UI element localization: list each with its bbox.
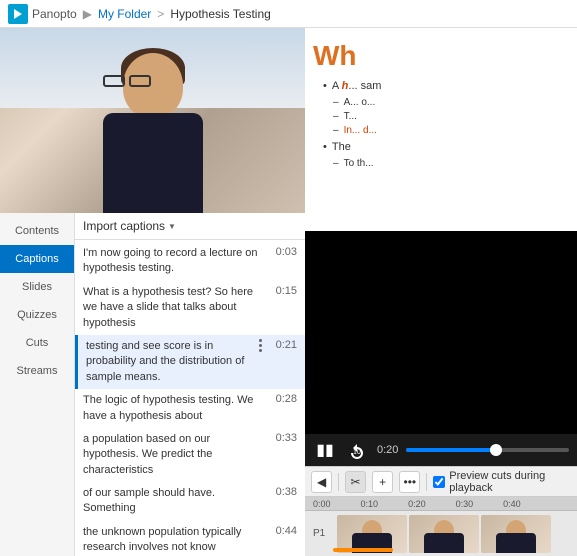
- list-item-active[interactable]: testing and see score is in probability …: [75, 335, 305, 389]
- right-panel: Wh • A h... sam –A... o... –T... –In... …: [305, 28, 577, 556]
- breadcrumb-current: Hypothesis Testing: [170, 7, 271, 21]
- sidebar-item-slides[interactable]: Slides: [0, 273, 74, 301]
- progress-knob[interactable]: [490, 444, 502, 456]
- timeline-thumb-1[interactable]: [337, 515, 407, 553]
- caption-time: 0:33: [269, 432, 297, 444]
- captions-list[interactable]: I'm now going to record a lecture on hyp…: [75, 240, 305, 556]
- panopto-logo: Panopto: [8, 4, 77, 24]
- ruler-mark-4: 0:40: [503, 499, 521, 509]
- timeline-thumb-3[interactable]: [481, 515, 551, 553]
- caption-time: 0:28: [269, 393, 297, 405]
- slide-content-top: Wh • A h... sam –A... o... –T... –In... …: [305, 28, 577, 231]
- video-area: [0, 28, 305, 213]
- caption-text: The logic of hypothesis testing. We have…: [83, 393, 269, 424]
- list-item[interactable]: the unknown population typically researc…: [75, 521, 305, 556]
- left-panel: Contents Captions Slides Quizzes Cuts St…: [0, 28, 305, 556]
- list-item[interactable]: The logic of hypothesis testing. We have…: [75, 389, 305, 428]
- import-captions-label: Import captions: [83, 219, 165, 233]
- bottom-toolbar: ◀ ✂ + ••• Preview cuts during playback: [305, 466, 577, 496]
- preview-checkbox[interactable]: [433, 476, 445, 488]
- time-display: 0:20: [377, 444, 398, 456]
- sidebar-item-captions[interactable]: Captions: [0, 245, 74, 273]
- caption-text: What is a hypothesis test? So here we ha…: [83, 285, 269, 331]
- toolbar-sep-1: [338, 473, 339, 491]
- breadcrumb-folder[interactable]: My Folder: [98, 7, 151, 21]
- sidebar-item-quizzes[interactable]: Quizzes: [0, 301, 74, 329]
- back-button[interactable]: ◀: [311, 471, 332, 493]
- list-item[interactable]: What is a hypothesis test? So here we ha…: [75, 281, 305, 335]
- video-frame: [0, 28, 305, 213]
- caption-time: 0:03: [269, 246, 297, 258]
- caption-time: 0:21: [269, 339, 297, 351]
- caption-text: testing and see score is in probability …: [86, 339, 253, 385]
- slide-bullet-2: •The: [323, 141, 569, 153]
- breadcrumb-sep2: >: [157, 7, 164, 21]
- timeline-strip: 0:00 0:10 0:20 0:30 0:40 P1: [305, 496, 577, 556]
- progress-bar[interactable]: [406, 448, 569, 452]
- ruler-mark-0: 0:00: [313, 499, 331, 509]
- thumb-body-2: [424, 533, 464, 553]
- slide-title: Wh: [313, 40, 569, 72]
- slide-sub-bullet-2: –T...: [333, 111, 569, 122]
- thumb-body-3: [496, 533, 536, 553]
- app-name: Panopto: [32, 7, 77, 21]
- sidebar-item-contents[interactable]: Contents: [0, 217, 74, 245]
- toolbar-sep-2: [426, 473, 427, 491]
- timeline-bar-overlay: [333, 548, 393, 552]
- slide-sub-bullet-4: –To th...: [333, 158, 569, 169]
- ruler-mark-3: 0:30: [456, 499, 474, 509]
- timeline-ruler: 0:00 0:10 0:20 0:30 0:40: [305, 497, 577, 511]
- preview-label-container: Preview cuts during playback: [433, 470, 571, 494]
- timeline-content: P1: [305, 511, 577, 556]
- breadcrumb-sep1: ▶: [83, 7, 92, 21]
- play-pause-button[interactable]: ▮▮: [313, 438, 337, 462]
- caption-time: 0:15: [269, 285, 297, 297]
- caption-text: I'm now going to record a lecture on hyp…: [83, 246, 269, 277]
- dropdown-arrow-icon: ▼: [168, 222, 176, 231]
- top-bar: Panopto ▶ My Folder > Hypothesis Testing: [0, 0, 577, 28]
- more-button[interactable]: •••: [399, 471, 420, 493]
- rewind-button[interactable]: 10: [345, 438, 369, 462]
- slide-black-section: [305, 231, 577, 434]
- captions-panel: Import captions ▼ I'm now going to recor…: [75, 213, 305, 556]
- caption-menu-icon[interactable]: [253, 339, 267, 353]
- sidebar: Contents Captions Slides Quizzes Cuts St…: [0, 213, 75, 556]
- caption-text: of our sample should have. Something: [83, 486, 269, 517]
- list-item[interactable]: of our sample should have. Something 0:3…: [75, 482, 305, 521]
- ruler-mark-1: 0:10: [361, 499, 379, 509]
- slide-bullet-1: • A h... sam: [323, 80, 569, 92]
- main-layout: Contents Captions Slides Quizzes Cuts St…: [0, 28, 577, 556]
- svg-text:10: 10: [353, 449, 361, 456]
- preview-cuts-label: Preview cuts during playback: [449, 470, 571, 494]
- caption-text: a population based on our hypothesis. We…: [83, 432, 269, 478]
- slide-sub-bullet-3: –In... d...: [333, 125, 569, 136]
- slide-area: Wh • A h... sam –A... o... –T... –In... …: [305, 28, 577, 434]
- sidebar-item-cuts[interactable]: Cuts: [0, 329, 74, 357]
- timeline-thumbs: [337, 515, 569, 553]
- progress-fill: [406, 448, 495, 452]
- captions-header: Import captions ▼: [75, 213, 305, 240]
- sidebar-content-row: Contents Captions Slides Quizzes Cuts St…: [0, 213, 305, 556]
- list-item[interactable]: I'm now going to record a lecture on hyp…: [75, 242, 305, 281]
- caption-time: 0:38: [269, 486, 297, 498]
- slide-sub-bullet-1: –A... o...: [333, 97, 569, 108]
- sidebar-item-streams[interactable]: Streams: [0, 357, 74, 385]
- panopto-icon: [8, 4, 28, 24]
- list-item[interactable]: a population based on our hypothesis. We…: [75, 428, 305, 482]
- caption-text: the unknown population typically researc…: [83, 525, 269, 556]
- video-controls: ▮▮ 10 0:20: [305, 434, 577, 466]
- caption-time: 0:44: [269, 525, 297, 537]
- add-button[interactable]: +: [372, 471, 393, 493]
- ruler-mark-2: 0:20: [408, 499, 426, 509]
- scissors-button[interactable]: ✂: [345, 471, 366, 493]
- timeline-thumb-2[interactable]: [409, 515, 479, 553]
- timeline-label: P1: [313, 528, 333, 539]
- import-captions-button[interactable]: Import captions ▼: [83, 219, 176, 233]
